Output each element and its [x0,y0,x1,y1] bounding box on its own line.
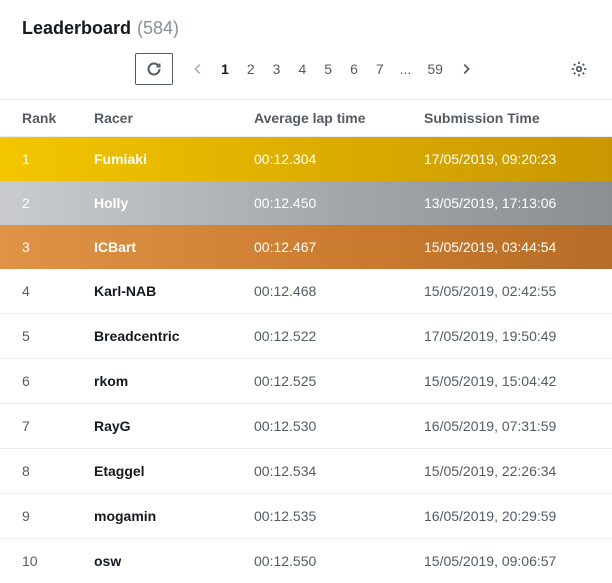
toolbar: 1234567 ... 59 [0,51,612,99]
cell-rank: 3 [0,225,72,269]
cell-lap: 00:12.550 [232,539,402,583]
cell-rank: 5 [0,314,72,359]
cell-racer: mogamin [72,494,232,539]
cell-racer: RayG [72,404,232,449]
table-row[interactable]: 4Karl-NAB00:12.46815/05/2019, 02:42:55 [0,269,612,314]
col-header-submission[interactable]: Submission Time [402,100,612,137]
table-row[interactable]: 10osw00:12.55015/05/2019, 09:06:57 [0,539,612,583]
chevron-right-icon [459,62,473,76]
cell-lap: 00:12.467 [232,225,402,269]
prev-page-button[interactable] [187,58,209,80]
page-6[interactable]: 6 [344,57,364,81]
refresh-icon [146,61,162,77]
cell-rank: 4 [0,269,72,314]
cell-racer: Etaggel [72,449,232,494]
cell-lap: 00:12.522 [232,314,402,359]
chevron-left-icon [191,62,205,76]
page-2[interactable]: 2 [241,57,261,81]
cell-rank: 2 [0,181,72,225]
col-header-rank[interactable]: Rank [0,100,72,137]
table-row[interactable]: 8Etaggel00:12.53415/05/2019, 22:26:34 [0,449,612,494]
cell-submission: 16/05/2019, 20:29:59 [402,494,612,539]
pagination-ellipsis: ... [396,57,416,81]
cell-racer: Holly [72,181,232,225]
page-1[interactable]: 1 [215,57,235,81]
title-row: Leaderboard (584) [22,18,590,39]
page-5[interactable]: 5 [318,57,338,81]
cell-rank: 1 [0,137,72,182]
header: Leaderboard (584) [0,0,612,51]
cell-submission: 16/05/2019, 07:31:59 [402,404,612,449]
cell-lap: 00:12.530 [232,404,402,449]
cell-submission: 17/05/2019, 19:50:49 [402,314,612,359]
cell-rank: 9 [0,494,72,539]
table-row[interactable]: 3ICBart00:12.46715/05/2019, 03:44:54 [0,225,612,269]
cell-lap: 00:12.534 [232,449,402,494]
cell-submission: 13/05/2019, 17:13:06 [402,181,612,225]
cell-lap: 00:12.535 [232,494,402,539]
cell-submission: 15/05/2019, 09:06:57 [402,539,612,583]
col-header-lap[interactable]: Average lap time [232,100,402,137]
leaderboard-card: Leaderboard (584) 1234567 ... 59 [0,0,612,583]
cell-rank: 10 [0,539,72,583]
col-header-racer[interactable]: Racer [72,100,232,137]
cell-racer: osw [72,539,232,583]
table-row[interactable]: 1Fumiaki00:12.30417/05/2019, 09:20:23 [0,137,612,182]
page-4[interactable]: 4 [292,57,312,81]
refresh-button[interactable] [135,53,173,85]
cell-rank: 8 [0,449,72,494]
cell-submission: 15/05/2019, 03:44:54 [402,225,612,269]
cell-rank: 6 [0,359,72,404]
gear-icon [570,60,588,78]
cell-racer: Fumiaki [72,137,232,182]
cell-lap: 00:12.525 [232,359,402,404]
table-header-row: Rank Racer Average lap time Submission T… [0,100,612,137]
page-3[interactable]: 3 [267,57,287,81]
cell-racer: rkom [72,359,232,404]
cell-submission: 15/05/2019, 02:42:55 [402,269,612,314]
cell-submission: 15/05/2019, 15:04:42 [402,359,612,404]
cell-submission: 15/05/2019, 22:26:34 [402,449,612,494]
cell-racer: Breadcentric [72,314,232,359]
table-row[interactable]: 9mogamin00:12.53516/05/2019, 20:29:59 [0,494,612,539]
page-7[interactable]: 7 [370,57,390,81]
table-row[interactable]: 5Breadcentric00:12.52217/05/2019, 19:50:… [0,314,612,359]
cell-racer: Karl-NAB [72,269,232,314]
page-last[interactable]: 59 [421,57,449,81]
cell-submission: 17/05/2019, 09:20:23 [402,137,612,182]
cell-racer: ICBart [72,225,232,269]
cell-rank: 7 [0,404,72,449]
cell-lap: 00:12.304 [232,137,402,182]
cell-lap: 00:12.468 [232,269,402,314]
table-row[interactable]: 6rkom00:12.52515/05/2019, 15:04:42 [0,359,612,404]
leaderboard-table: Rank Racer Average lap time Submission T… [0,99,612,583]
table-row[interactable]: 7RayG00:12.53016/05/2019, 07:31:59 [0,404,612,449]
settings-button[interactable] [566,56,592,82]
page-title: Leaderboard [22,18,131,39]
cell-lap: 00:12.450 [232,181,402,225]
next-page-button[interactable] [455,58,477,80]
table-row[interactable]: 2Holly00:12.45013/05/2019, 17:13:06 [0,181,612,225]
total-count: (584) [137,18,179,39]
